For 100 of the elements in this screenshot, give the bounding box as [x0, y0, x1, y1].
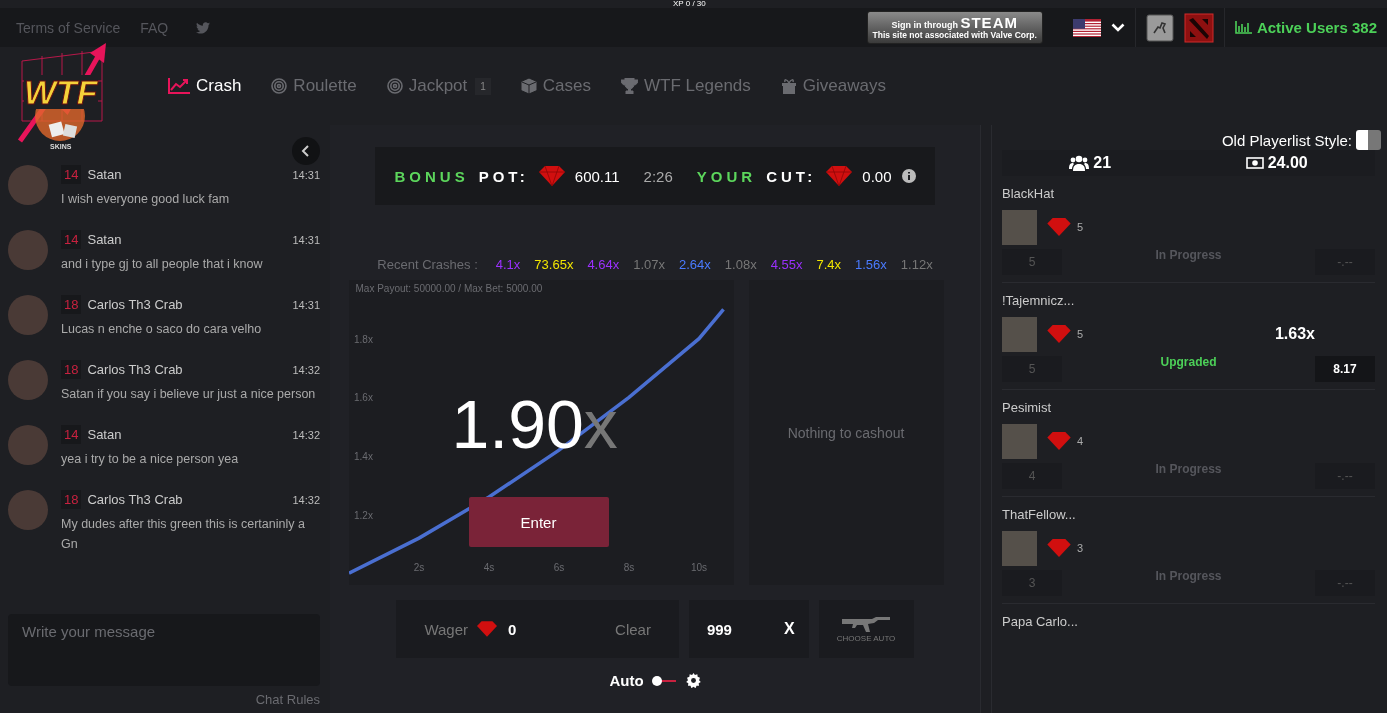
cashout-multiplier: 1.63x — [1274, 325, 1315, 343]
chat-time: 14:32 — [292, 428, 320, 441]
chat-message: and i type gj to all people that i know — [61, 256, 264, 273]
chat-time: 14:31 — [292, 233, 320, 246]
level-badge: 18 — [61, 490, 82, 509]
x-tick-label: 10s — [690, 562, 707, 573]
gem-icon — [1047, 539, 1071, 557]
avatar-placeholder — [1002, 530, 1037, 566]
cube-icon — [520, 78, 537, 94]
player-status: In Progress — [1155, 569, 1222, 583]
rifle-icon — [842, 615, 891, 632]
payout-amount: -.-- — [1315, 570, 1375, 596]
chat-message: I wish everyone good luck fam — [61, 191, 231, 208]
count-badge: 1 — [475, 77, 491, 95]
gem-icon — [477, 621, 498, 637]
level-badge: 14 — [61, 165, 82, 184]
player-name[interactable]: !Tajemnicz... — [1002, 293, 1375, 308]
pot-label: POT: — [478, 167, 529, 185]
y-tick-label: 1.4x — [353, 450, 373, 462]
gem-icon — [1047, 218, 1071, 236]
player-name[interactable]: Papa Carlo... — [1002, 614, 1375, 629]
bonus-label: BONUS — [394, 167, 469, 185]
level-badge: 14 — [61, 425, 82, 444]
payout-amount: -.-- — [1315, 249, 1375, 275]
crash-value: 4.55x — [770, 257, 803, 272]
collapse-icon[interactable] — [292, 137, 320, 165]
chat-username[interactable]: Satan — [87, 232, 122, 247]
playerlist-style-toggle[interactable] — [1356, 130, 1381, 150]
bet-amount: 5 — [1002, 249, 1062, 275]
target-icon — [271, 78, 288, 94]
bet-amount: 4 — [1002, 463, 1062, 489]
player-count: 21 — [1093, 154, 1112, 172]
gem-amount: 5 — [1077, 221, 1084, 233]
chevron-down-icon[interactable] — [1110, 23, 1125, 32]
xp-counter: XP 0 / 30 — [673, 0, 706, 8]
us-flag-icon[interactable] — [1072, 18, 1101, 37]
settings-icon[interactable] — [685, 673, 701, 688]
multiplier-x-label: X — [783, 620, 795, 638]
line-chart-icon — [168, 78, 190, 94]
bet-amount: 5 — [1002, 356, 1062, 382]
player-name[interactable]: ThatFellow... — [1002, 507, 1375, 522]
crash-value: 4.1x — [495, 257, 521, 272]
payout-amount: -.-- — [1315, 463, 1375, 489]
nav-tab[interactable]: Crash — [168, 76, 242, 96]
wager-input[interactable]: 0 — [506, 619, 601, 639]
player-status: In Progress — [1155, 462, 1222, 476]
chat-username[interactable]: Satan — [87, 167, 122, 182]
chat-username[interactable]: Carlos Th3 Crab — [87, 362, 183, 377]
chat-username[interactable]: Carlos Th3 Crab — [87, 492, 183, 507]
x-tick-label: 2s — [413, 562, 424, 573]
gem-icon — [1047, 325, 1071, 343]
your-label: YOUR — [696, 167, 757, 185]
cut-amount: 0.00 — [862, 167, 892, 185]
clear-button[interactable]: Clear — [609, 619, 657, 639]
player-name[interactable]: Pesimist — [1002, 400, 1375, 415]
chat-time: 14:31 — [292, 168, 320, 181]
nav-tab[interactable]: Jackpot 1 — [386, 76, 491, 96]
payout-amount: 8.17 — [1315, 356, 1375, 382]
chat-message: Lucas n enche o saco do cara velho — [61, 321, 263, 338]
gem-amount: 4 — [1077, 435, 1084, 447]
crash-value: 73.65x — [534, 257, 574, 272]
crash-value: 1.56x — [855, 257, 887, 272]
limits-text: Max Payout: 50000.00 / Max Bet: 5000.00 — [355, 283, 543, 294]
player-status: Upgraded — [1160, 355, 1217, 369]
bar-chart-icon — [1234, 21, 1252, 34]
chat-time: 14:32 — [292, 363, 320, 376]
info-icon[interactable] — [901, 169, 916, 183]
level-badge: 18 — [61, 360, 82, 379]
pot-amount: 600.11 — [574, 167, 620, 185]
gift-icon — [780, 78, 797, 94]
active-users-text: Active Users 382 — [1256, 19, 1377, 36]
twitter-icon[interactable] — [196, 21, 211, 34]
cut-label: CUT: — [766, 167, 817, 185]
x-tick-label: 8s — [623, 562, 634, 573]
trophy-icon — [621, 78, 639, 94]
pot-timer: 2:26 — [643, 167, 673, 185]
enter-button[interactable]: Enter — [468, 497, 609, 547]
chat-message: yea i try to be a nice person yea — [61, 451, 240, 468]
avatar-placeholder — [1002, 209, 1037, 245]
logo-title: WTF — [24, 75, 98, 109]
recent-crashes-label: Recent Crashes : — [377, 257, 478, 272]
chat-username[interactable]: Satan — [87, 427, 122, 442]
chat-username[interactable]: Carlos Th3 Crab — [87, 297, 183, 312]
player-name[interactable]: BlackHat — [1002, 186, 1375, 201]
wager-label: Wager — [424, 620, 469, 638]
gem-icon — [826, 166, 853, 186]
auto-cashout-input[interactable]: 999 — [702, 619, 784, 639]
chat-message: Satan if you say i believe ur just a nice person — [61, 386, 317, 403]
chat-input-field[interactable]: Write your message — [8, 614, 320, 686]
users-icon — [1069, 155, 1090, 171]
cashout-message: Nothing to cashout — [787, 424, 905, 441]
level-badge: 18 — [61, 295, 82, 314]
y-tick-label: 1.8x — [353, 333, 373, 345]
playerlist-style-label: Old Playerlist Style: — [1221, 131, 1352, 149]
x-tick-label: 4s — [483, 562, 494, 573]
crash-value: 1.07x — [633, 257, 665, 272]
gem-icon — [538, 166, 565, 186]
steam-sign-in-button[interactable]: Sign in through STEAM This site not associated with Valve Corp. — [866, 11, 1043, 44]
choose-auto-button[interactable]: CHOOSE AUTO — [818, 600, 914, 658]
crash-value: 1.08x — [724, 257, 757, 272]
